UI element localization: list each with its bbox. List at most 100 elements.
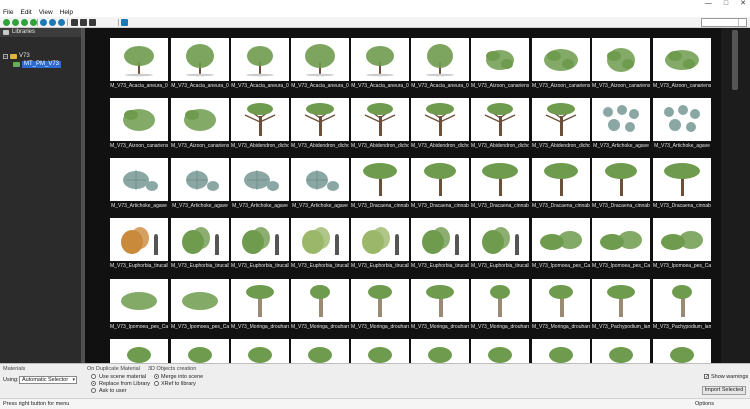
thumbnail-item[interactable]: M_V73_Abidendron_dichotom (471, 98, 529, 149)
thumbnail-item[interactable]: M_V73_Aizoon_canariense (592, 38, 650, 89)
thumbnail-item[interactable]: M_V73_Dracaena_cinnabari (653, 158, 711, 209)
up-icon[interactable] (21, 19, 28, 26)
search-box[interactable] (701, 18, 747, 27)
thumbnail-item[interactable]: M_V73_Acacia_aneura_0 (351, 38, 409, 89)
radio-ask-to-user[interactable] (91, 388, 96, 393)
thumbnail-item[interactable]: M_V73_Moringa_drouhardii (411, 279, 469, 330)
library-tree-panel: Libraries − V73 MT_PM_V73 (0, 28, 82, 363)
thumbnail-item[interactable]: M_V73_Ipomoea_pes_Caprae (171, 279, 229, 330)
thumbnail-item[interactable]: M_V73_Ipomoea_pes_Caprae (532, 218, 590, 269)
thumbnail-item[interactable]: M_V73_Euphorbia_tirucalli (171, 218, 229, 269)
home-icon[interactable] (40, 19, 47, 26)
thumbnail-item[interactable]: M_V73_Aizoon_canariense (171, 98, 229, 149)
thumbnail-item[interactable]: M_V73_Artichoke_agave (110, 158, 168, 209)
menu-view[interactable]: View (39, 8, 53, 17)
maximize-button[interactable]: □ (724, 0, 728, 8)
thumbnail-image (291, 38, 349, 81)
radio-xref-to-library[interactable] (154, 381, 159, 386)
menu-help[interactable]: Help (60, 8, 73, 17)
thumbnail-item[interactable]: M_V73_Euphorbia_tirucalli (110, 218, 168, 269)
thumbnail-item[interactable]: M_V73_Ipomoea_pes_Caprae (110, 279, 168, 330)
thumbnail-item[interactable]: M_V73_Moringa_drouhardii (231, 279, 289, 330)
thumbnail-item[interactable] (532, 339, 590, 363)
radio-merge-into-scene[interactable] (154, 374, 159, 379)
thumbnail-item[interactable]: M_V73_Acacia_aneura_0 (110, 38, 168, 89)
thumbnail-item[interactable]: M_V73_Aizoon_canariense (110, 98, 168, 149)
thumbnail-item[interactable]: M_V73_Euphorbia_tirucalli (351, 218, 409, 269)
thumbnail-item[interactable]: M_V73_Aizoon_canariense (471, 38, 529, 89)
thumbnail-item[interactable]: M_V73_Acacia_aneura_0 (411, 38, 469, 89)
collapse-icon[interactable]: − (3, 54, 8, 60)
thumbnail-item[interactable]: M_V73_Ipomoea_pes_Caprae (653, 218, 711, 269)
thumbnail-item[interactable]: M_V73_Aizoon_canariense (532, 38, 590, 89)
thumbnail-item[interactable]: M_V73_Pachypodium_lamerei (592, 279, 650, 330)
thumbnail-item[interactable]: M_V73_Moringa_drouhardii (351, 279, 409, 330)
thumbnail-image (653, 339, 711, 363)
thumbnail-item[interactable]: M_V73_Abidendron_dichotom (291, 98, 349, 149)
gallery-scrollbar[interactable] (721, 28, 750, 363)
thumbnail-item[interactable]: M_V73_Dracaena_cinnabari (592, 158, 650, 209)
thumbnail-item[interactable] (411, 339, 469, 363)
scrollbar-thumb[interactable] (732, 30, 738, 90)
info-icon[interactable] (121, 19, 128, 26)
thumbnail-item[interactable]: M_V73_Abidendron_dichotom (231, 98, 289, 149)
thumbnail-item[interactable]: M_V73_Dracaena_cinnabari (351, 158, 409, 209)
close-button[interactable]: ✕ (740, 0, 746, 8)
thumbnail-item[interactable]: M_V73_Moringa_drouhardii (532, 279, 590, 330)
thumbnail-caption: M_V73_Artichoke_agave (172, 203, 228, 209)
zoom-in-icon[interactable] (71, 19, 78, 26)
back-icon[interactable] (3, 19, 10, 26)
menu-file[interactable]: File (3, 8, 13, 17)
material-selector-dropdown[interactable]: Automatic Selector ▾ (19, 376, 77, 384)
thumbnail-item[interactable]: M_V73_Abidendron_dichotom (532, 98, 590, 149)
thumbnail-item[interactable]: M_V73_Moringa_drouhardii (471, 279, 529, 330)
thumbnail-item[interactable]: M_V73_Euphorbia_tirucalli (231, 218, 289, 269)
thumbnail-item[interactable] (171, 339, 229, 363)
search-dropdown-icon[interactable] (738, 19, 746, 26)
thumbnail-item[interactable]: M_V73_Aizoon_canariense (653, 38, 711, 89)
thumbnail-item[interactable]: M_V73_Abidendron_dichotom (411, 98, 469, 149)
thumbnail-item[interactable]: M_V73_Artichoke_agave (592, 98, 650, 149)
thumbnail-item[interactable]: M_V73_Abidendron_dichotom (351, 98, 409, 149)
tree-node-v73[interactable]: − V73 (3, 53, 30, 60)
thumbnail-item[interactable] (471, 339, 529, 363)
options-link[interactable]: Options (695, 399, 714, 409)
thumbnail-item[interactable] (653, 339, 711, 363)
thumbnail-item[interactable] (592, 339, 650, 363)
folder-icon[interactable] (49, 19, 56, 26)
thumbnail-item[interactable]: M_V73_Artichoke_agave (171, 158, 229, 209)
minimize-button[interactable]: — (705, 0, 712, 8)
thumbnail-item[interactable]: M_V73_Acacia_aneura_0 (231, 38, 289, 89)
show-warnings-checkbox[interactable]: ✓ (704, 374, 709, 380)
thumbnail-item[interactable]: M_V73_Dracaena_cinnabari (471, 158, 529, 209)
thumbnail-item[interactable]: M_V73_Euphorbia_tirucalli (471, 218, 529, 269)
thumbnail-item[interactable]: M_V73_Euphorbia_tirucalli (291, 218, 349, 269)
thumbnail-item[interactable]: M_V73_Euphorbia_tirucalli (411, 218, 469, 269)
thumbnail-item[interactable] (231, 339, 289, 363)
thumbnail-item[interactable]: M_V73_Artichoke_agave (291, 158, 349, 209)
thumbnail-item[interactable] (351, 339, 409, 363)
thumbnail-caption: M_V73_Ipomoea_pes_Caprae (171, 324, 229, 330)
thumbnail-item[interactable]: M_V73_Moringa_drouhardii (291, 279, 349, 330)
thumbnail-item[interactable]: M_V73_Acacia_aneura_0 (171, 38, 229, 89)
import-selected-button[interactable]: Import Selected (702, 386, 746, 395)
menu-edit[interactable]: Edit (20, 8, 31, 17)
thumbnail-item[interactable]: M_V73_Artichoke_agave (231, 158, 289, 209)
thumbnail-item[interactable] (291, 339, 349, 363)
favorite-icon[interactable] (58, 19, 65, 26)
forward-icon[interactable] (12, 19, 19, 26)
refresh-icon[interactable] (30, 19, 37, 26)
thumbnail-item[interactable] (110, 339, 168, 363)
view-icon[interactable] (89, 19, 96, 26)
tree-node-mt-pm-v73[interactable]: MT_PM_V73 (13, 61, 62, 68)
thumbnail-item[interactable]: M_V73_Acacia_aneura_0 (291, 38, 349, 89)
thumbnail-item[interactable]: M_V73_Ipomoea_pes_Caprae (592, 218, 650, 269)
thumbnail-item[interactable]: M_V73_Dracaena_cinnabari (411, 158, 469, 209)
zoom-out-icon[interactable] (80, 19, 87, 26)
thumbnail-item[interactable]: M_V73_Pachypodium_lamerei (653, 279, 711, 330)
radio-use-scene-material[interactable] (91, 374, 96, 379)
radio-replace-from-library[interactable] (91, 381, 96, 386)
thumbnail-image (592, 279, 650, 322)
thumbnail-item[interactable]: M_V73_Artichoke_agave (653, 98, 711, 149)
thumbnail-item[interactable]: M_V73_Dracaena_cinnabari (532, 158, 590, 209)
